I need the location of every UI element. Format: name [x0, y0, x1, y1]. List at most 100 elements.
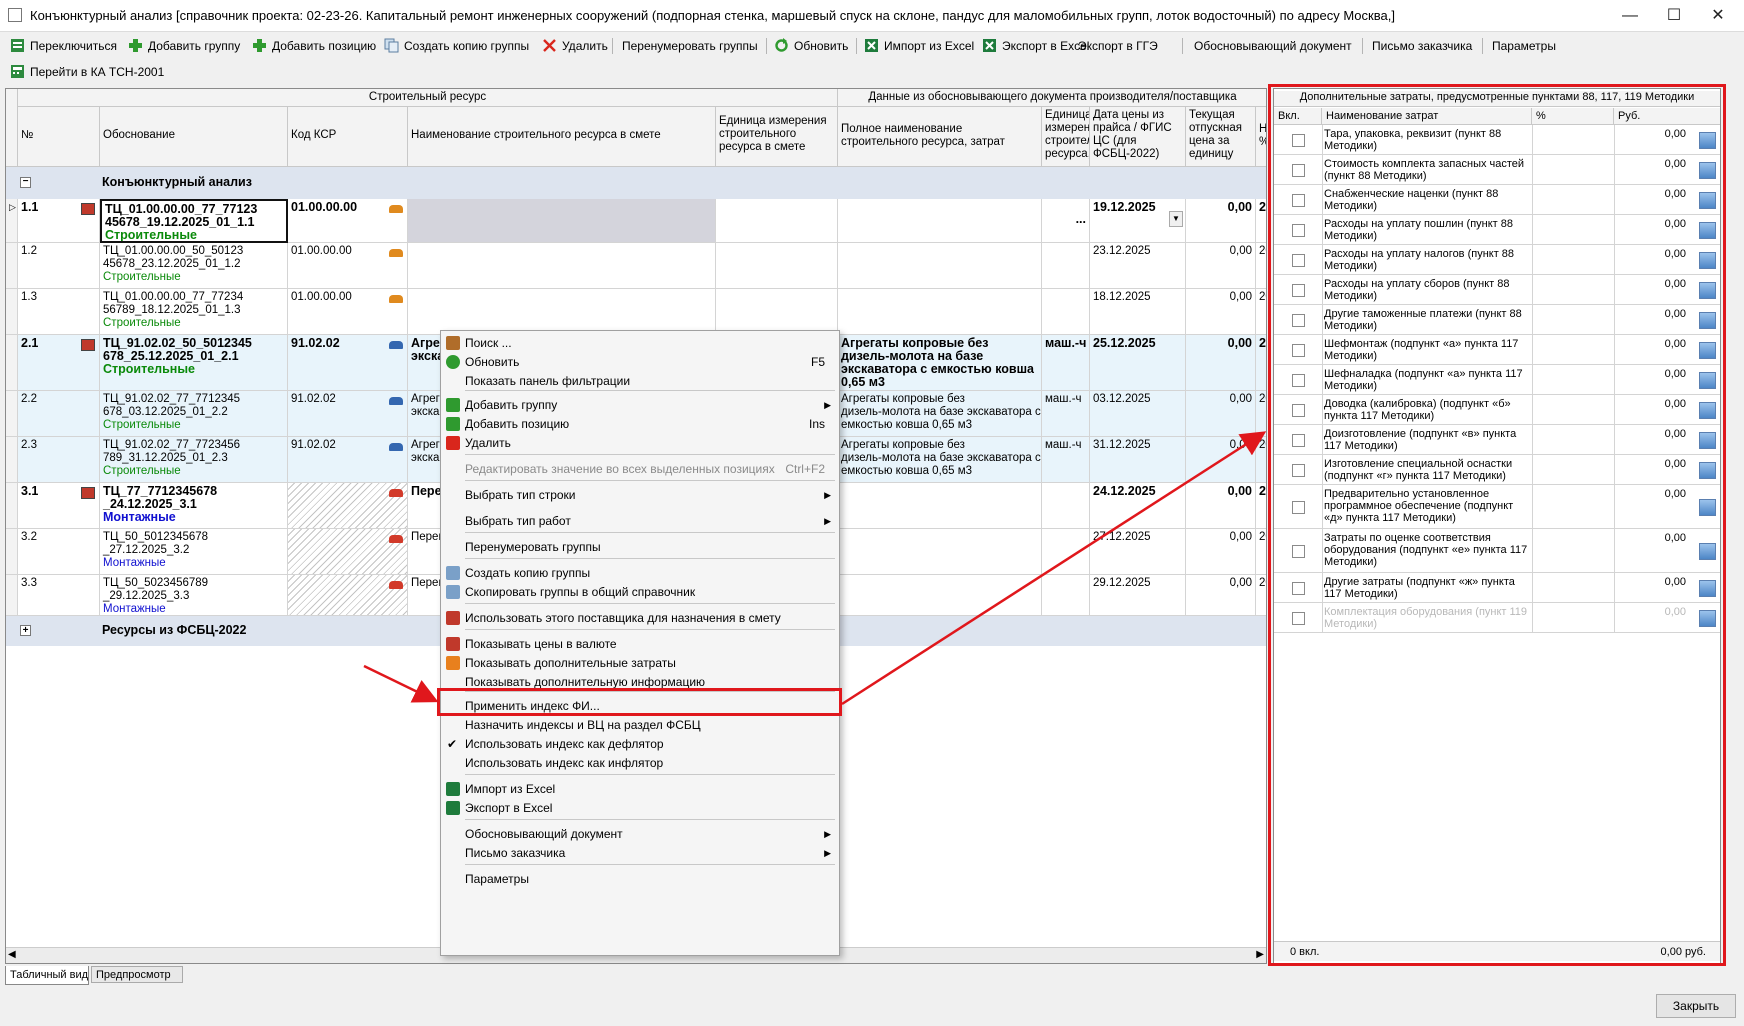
cell-current-price[interactable]: 0,00 [1186, 575, 1256, 616]
cell-basis[interactable]: ТЦ_91.02.02_77_7712345 678_03.12.2025_01_… [100, 391, 288, 437]
menu-item-0[interactable]: Поиск ... [441, 333, 839, 353]
cell-basis[interactable]: ТЦ_01.00.00.00_50_50123 45678_23.12.2025_… [100, 243, 288, 289]
cell-ksr-code[interactable]: 01.00.00.00 [288, 199, 408, 243]
parameters-button[interactable]: Параметры [1470, 37, 1556, 55]
cell-ksr-code[interactable]: 91.02.02 [288, 437, 408, 483]
cell-ksr-code[interactable]: 01.00.00.00 [288, 243, 408, 289]
cell-number[interactable]: 2.3 [18, 437, 100, 483]
menu-item-4[interactable]: Добавить позицию Ins [441, 414, 839, 434]
cell-price-date[interactable]: 29.12.2025 [1090, 575, 1186, 616]
cell-unit2[interactable]: маш.-ч [1042, 437, 1090, 483]
menu-item-18[interactable]: ✔ Использовать индекс как дефлятор [441, 734, 839, 754]
menu-item-7[interactable]: Выбрать тип строки ▶ [441, 485, 839, 505]
export-excel-button[interactable]: Экспорт в Excel [980, 37, 1089, 55]
menu-item-1[interactable]: Обновить F5 [441, 352, 839, 372]
cell-nd[interactable]: 20 [1256, 335, 1266, 391]
add-group-button[interactable]: Добавить группу [126, 37, 240, 55]
cell-price-date[interactable]: 25.12.2025 [1090, 335, 1186, 391]
menu-item-14[interactable]: Показывать дополнительные затраты [441, 653, 839, 673]
menu-item-20[interactable]: Импорт из Excel [441, 779, 839, 799]
cell-price-date[interactable]: 24.12.2025 [1090, 483, 1186, 529]
cell-price-date[interactable]: 18.12.2025 [1090, 289, 1186, 335]
col-number[interactable]: № [18, 107, 100, 167]
cell-full-name[interactable]: Агрегаты копровые без дизель-молота на ба… [838, 437, 1042, 483]
cell-price-date[interactable]: 27.12.2025 [1090, 529, 1186, 575]
col-current-price[interactable]: Текущая отпускная цена за единицу [1186, 107, 1256, 167]
cell-nd[interactable]: 20 [1256, 243, 1266, 289]
copy-group-button[interactable]: Создать копию группы [382, 37, 529, 55]
cell-full-name[interactable] [838, 199, 1042, 243]
cell-price-date[interactable]: 19.12.2025 ▼ [1090, 199, 1186, 243]
delete-button[interactable]: Удалить [540, 37, 608, 55]
cell-number[interactable]: 2.2 [18, 391, 100, 437]
row-indicator[interactable]: ▷ [6, 199, 18, 243]
cell-basis[interactable]: ТЦ_77_7712345678 _24.12.2025_3.1 Монтажные [100, 483, 288, 529]
cell-unit2[interactable] [1042, 243, 1090, 289]
col-price-date[interactable]: Дата цены из прайса / ФГИС ЦС (для ФСБЦ-… [1090, 107, 1186, 167]
cell-unit2[interactable]: ... [1042, 199, 1090, 243]
cell-price-date[interactable]: 03.12.2025 [1090, 391, 1186, 437]
col-basis[interactable]: Обоснование [100, 107, 288, 167]
tab-preview[interactable]: Предпросмотр [91, 966, 183, 983]
group-header[interactable]: − Конъюнктурный анализ [6, 167, 1266, 199]
menu-item-9[interactable]: Перенумеровать группы [441, 537, 839, 557]
basis-document-button[interactable]: Обосновывающий документ [1172, 37, 1352, 55]
collapse-toggle[interactable]: − [20, 177, 31, 188]
row-indicator[interactable] [6, 437, 18, 483]
customer-letter-button[interactable]: Письмо заказчика [1350, 37, 1472, 55]
cell-full-name[interactable] [838, 575, 1042, 616]
cell-basis[interactable]: ТЦ_01.00.00.00_77_77234 56789_18.12.2025_… [100, 289, 288, 335]
cell-nd[interactable]: 20 [1256, 199, 1266, 243]
menu-item-3[interactable]: Добавить группу ▶ [441, 395, 839, 415]
menu-item-5[interactable]: Удалить [441, 433, 839, 453]
cell-nd[interactable]: 20 [1256, 575, 1266, 616]
menu-item-23[interactable]: Письмо заказчика ▶ [441, 843, 839, 863]
cell-unit2[interactable]: маш.-ч [1042, 391, 1090, 437]
cell-full-name[interactable] [838, 243, 1042, 289]
renumber-groups-button[interactable]: Перенумеровать группы [600, 37, 758, 55]
cell-basis[interactable]: ТЦ_50_5012345678 _27.12.2025_3.2 Монтажные [100, 529, 288, 575]
cell-number[interactable]: 1.2 [18, 243, 100, 289]
col-unit[interactable]: Единица измерения строительного ресурса … [716, 107, 838, 167]
close-icon[interactable]: ✕ [1696, 4, 1740, 28]
menu-item-13[interactable]: Показывать цены в валюте [441, 634, 839, 654]
tab-table-view[interactable]: Табличный вид [5, 966, 89, 985]
row-indicator[interactable] [6, 575, 18, 616]
import-excel-button[interactable]: Импорт из Excel [862, 37, 974, 55]
cell-full-name[interactable] [838, 529, 1042, 575]
cell-basis[interactable]: ТЦ_01.00.00.00_77_77123 45678_19.12.2025_… [100, 199, 288, 243]
table-row[interactable]: 1.2 ТЦ_01.00.00.00_50_50123 45678_23.12.20… [6, 243, 1266, 289]
cell-unit2[interactable] [1042, 529, 1090, 575]
cell-unit2[interactable] [1042, 483, 1090, 529]
cell-current-price[interactable]: 0,00 [1186, 483, 1256, 529]
expand-toggle[interactable]: + [20, 625, 31, 636]
menu-item-11[interactable]: Скопировать группы в общий справочник [441, 582, 839, 602]
cell-nd[interactable]: 20 [1256, 437, 1266, 483]
cell-number[interactable]: 3.2 [18, 529, 100, 575]
row-indicator[interactable] [6, 289, 18, 335]
cell-unit2[interactable] [1042, 575, 1090, 616]
row-indicator[interactable] [6, 391, 18, 437]
table-row[interactable]: 1.3 ТЦ_01.00.00.00_77_77234 56789_18.12.20… [6, 289, 1266, 335]
cell-unit[interactable] [716, 243, 838, 289]
col-ksr-code[interactable]: Код КСР [288, 107, 408, 167]
menu-item-19[interactable]: Использовать индекс как инфлятор [441, 753, 839, 773]
cell-number[interactable]: 2.1 [18, 335, 100, 391]
col-full-name[interactable]: Полное наименование строительного ресурс… [838, 107, 1042, 167]
cell-current-price[interactable]: 0,00 [1186, 391, 1256, 437]
menu-item-24[interactable]: Параметры [441, 869, 839, 889]
close-button[interactable]: Закрыть [1656, 994, 1736, 1018]
menu-item-8[interactable]: Выбрать тип работ ▶ [441, 511, 839, 531]
cell-full-name[interactable]: Агрегаты копровые без дизель-молота на ба… [838, 335, 1042, 391]
cell-basis[interactable]: ТЦ_50_5023456789 _29.12.2025_3.3 Монтажные [100, 575, 288, 616]
cell-resource-name[interactable] [408, 289, 716, 335]
col-nd[interactable]: НД % [1256, 107, 1266, 167]
goto-ka-tsn-button[interactable]: Перейти в КА ТСН-2001 [8, 63, 164, 81]
row-indicator[interactable] [6, 243, 18, 289]
cell-number[interactable]: 3.3 [18, 575, 100, 616]
cell-resource-name[interactable] [408, 199, 716, 243]
cell-nd[interactable]: 20 [1256, 391, 1266, 437]
col-unit2[interactable]: Единица измерения строительного ресурса, [1042, 107, 1090, 167]
cell-unit[interactable] [716, 199, 838, 243]
cell-full-name[interactable] [838, 483, 1042, 529]
